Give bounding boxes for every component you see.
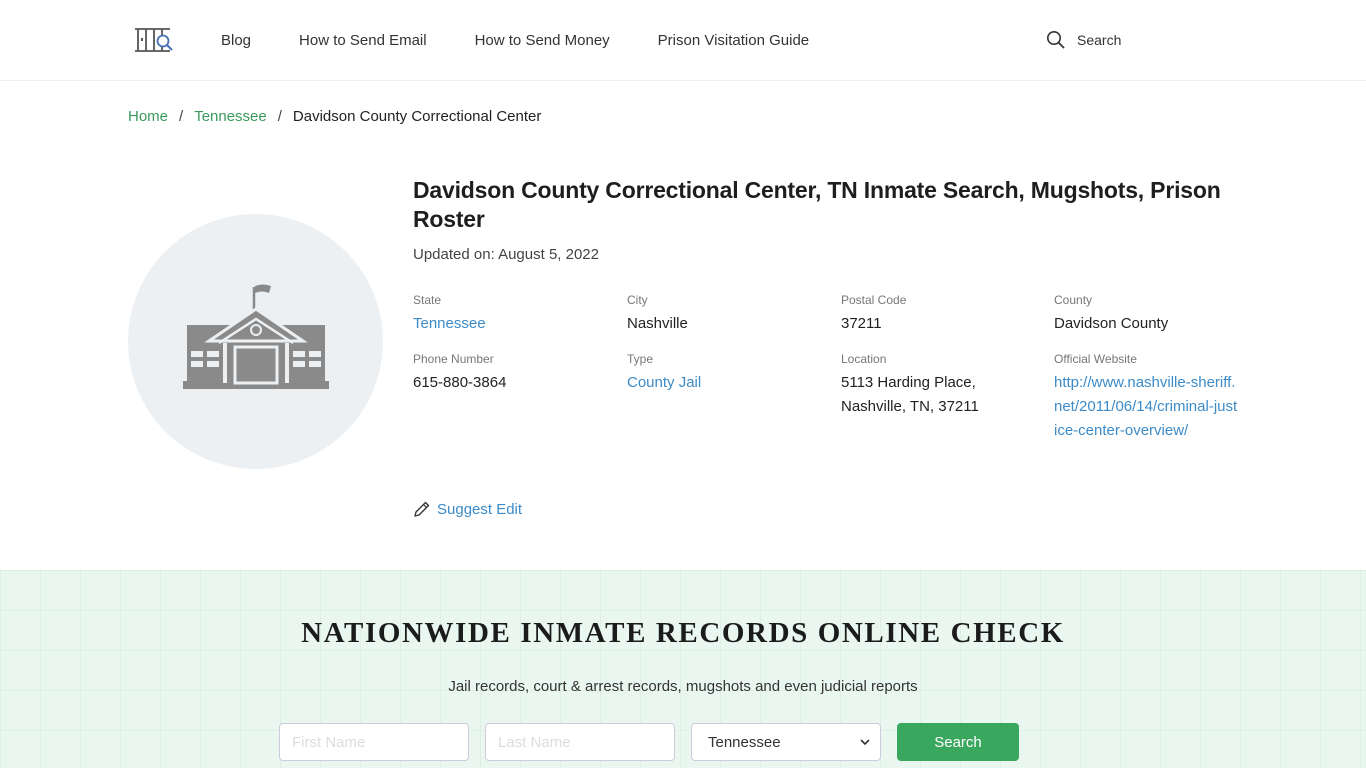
main-nav: Blog How to Send Email How to Send Money… — [221, 0, 857, 80]
nav-visitation-guide[interactable]: Prison Visitation Guide — [658, 32, 809, 49]
section-subtitle: Jail records, court & arrest records, mu… — [448, 678, 918, 695]
nav-send-money[interactable]: How to Send Money — [475, 32, 610, 49]
field-label: State — [413, 293, 442, 307]
field-county: County Davidson County — [1054, 292, 1254, 336]
field-value: Nashville — [627, 315, 688, 332]
field-value: 615-880-3864 — [413, 374, 507, 391]
field-label: County — [1054, 293, 1093, 307]
jail-bars-search-icon — [135, 28, 173, 52]
address-line-1: 5113 Harding Place, — [841, 374, 976, 391]
state-select[interactable]: Tennessee — [691, 723, 881, 761]
field-value: 37211 — [841, 315, 882, 332]
field-state: State Tennessee — [413, 292, 613, 336]
search-button[interactable]: Search — [897, 723, 1019, 761]
pencil-icon — [414, 501, 430, 517]
building-icon — [182, 284, 329, 389]
field-value: 5113 Harding Place, Nashville, TN, 37211 — [841, 371, 1041, 419]
breadcrumb: Home / Tennessee / Davidson County Corre… — [128, 108, 541, 125]
chevron-down-icon — [860, 739, 870, 746]
updated-date: Updated on: August 5, 2022 — [413, 246, 599, 263]
field-label: Phone Number — [413, 352, 494, 366]
suggest-edit-label: Suggest Edit — [437, 500, 523, 518]
type-link[interactable]: County Jail — [627, 371, 827, 395]
address-line-2: Nashville, TN, 37211 — [841, 398, 979, 415]
field-label: Postal Code — [841, 293, 907, 307]
field-location: Location 5113 Harding Place, Nashville, … — [841, 351, 1041, 419]
section-title: NATIONWIDE INMATE RECORDS ONLINE CHECK — [301, 617, 1065, 649]
field-label: Type — [627, 352, 654, 366]
site-header: Blog How to Send Email How to Send Money… — [0, 0, 1366, 81]
search-label: Search — [1077, 32, 1122, 48]
state-link[interactable]: Tennessee — [413, 312, 613, 336]
field-city: City Nashville — [627, 292, 827, 336]
page-title: Davidson County Correctional Center, TN … — [413, 177, 1221, 232]
state-select-value: Tennessee — [708, 733, 781, 751]
field-value: Davidson County — [1054, 315, 1169, 332]
field-phone: Phone Number 615-880-3864 — [413, 351, 613, 395]
inmate-search-section: NATIONWIDE INMATE RECORDS ONLINE CHECK J… — [0, 570, 1366, 768]
breadcrumb-current: Davidson County Correctional Center — [292, 108, 542, 125]
facility-image — [128, 214, 383, 469]
suggest-edit-link[interactable]: Suggest Edit — [413, 500, 522, 518]
header-search-button[interactable]: Search — [1046, 30, 1121, 50]
search-icon — [1047, 31, 1065, 49]
last-name-input[interactable] — [485, 723, 675, 761]
breadcrumb-tennessee[interactable]: Tennessee — [194, 108, 267, 125]
nav-send-email[interactable]: How to Send Email — [299, 32, 427, 49]
site-logo[interactable] — [134, 26, 176, 54]
field-label: Location — [841, 352, 887, 366]
first-name-input[interactable] — [279, 723, 469, 761]
nav-blog[interactable]: Blog — [221, 32, 251, 49]
breadcrumb-home[interactable]: Home — [128, 108, 168, 125]
field-website: Official Website http://www.nashville-sh… — [1054, 351, 1254, 443]
field-label: City — [627, 293, 648, 307]
breadcrumb-separator: / — [179, 108, 184, 125]
field-label: Official Website — [1054, 352, 1137, 366]
field-type: Type County Jail — [627, 351, 827, 395]
website-link[interactable]: http://www.nashville-sheriff.net/2011/06… — [1054, 371, 1239, 443]
field-postal-code: Postal Code 37211 — [841, 292, 1041, 336]
breadcrumb-separator: / — [277, 108, 282, 125]
